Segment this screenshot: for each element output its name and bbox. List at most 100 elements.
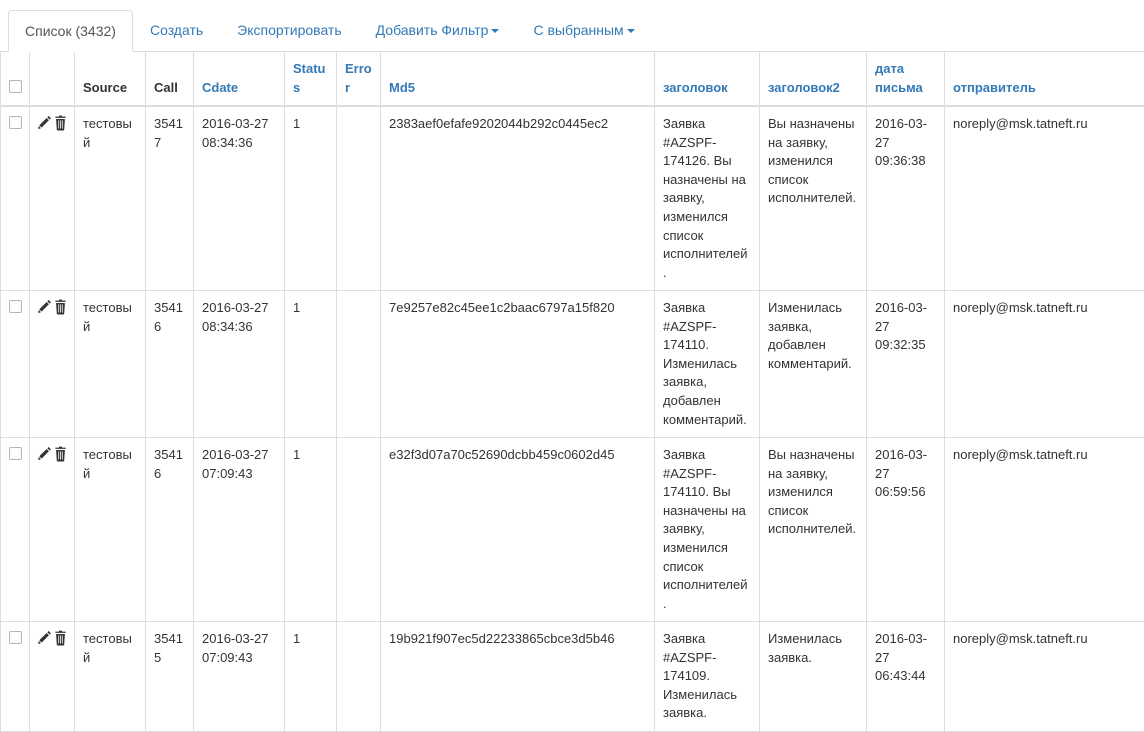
- row-actions-cell: [30, 106, 75, 291]
- trash-icon[interactable]: [54, 446, 67, 462]
- tab-add-filter-item: Добавить Фильтр: [359, 9, 517, 51]
- cell-cdate: 2016-03-27 07:09:43: [194, 622, 285, 732]
- row-select-checkbox[interactable]: [9, 116, 22, 129]
- row-select-checkbox[interactable]: [9, 631, 22, 644]
- pencil-icon[interactable]: [38, 630, 52, 646]
- tab-export-item: Экспортировать: [220, 9, 358, 51]
- cell-md5: 7e9257e82c45ee1c2baac6797a15f820: [381, 291, 655, 438]
- tab-with-selected-item: С выбранным: [516, 9, 651, 51]
- tab-add-filter-label: Добавить Фильтр: [376, 22, 489, 38]
- tab-list-item: Список (3432): [8, 10, 133, 51]
- header-sender-sort-link[interactable]: отправитель: [953, 80, 1036, 95]
- cell-status: 1: [285, 438, 337, 622]
- row-select-cell: [1, 438, 30, 622]
- pencil-icon[interactable]: [38, 446, 52, 462]
- trash-icon[interactable]: [54, 299, 67, 315]
- cell-title1: Заявка #AZSPF-174126. Вы назначены на за…: [655, 106, 760, 291]
- cell-md5: 19b921f907ec5d22233865cbce3d5b46: [381, 622, 655, 732]
- cell-md5: 2383aef0efafe9202044b292c0445ec2: [381, 106, 655, 291]
- header-status[interactable]: Status: [285, 52, 337, 106]
- tab-export-label: Экспортировать: [237, 22, 341, 38]
- table-header-row: Source Call Cdate Status Error Md5: [1, 52, 1144, 106]
- header-md5[interactable]: Md5: [381, 52, 655, 106]
- cell-error: [337, 291, 381, 438]
- cell-sender: noreply@msk.tatneft.ru: [945, 438, 1144, 622]
- header-title1-sort-link[interactable]: заголовок: [663, 80, 728, 95]
- chevron-down-icon: [627, 29, 635, 33]
- header-actions: [30, 52, 75, 106]
- cell-call: 35415: [146, 622, 194, 732]
- row-actions-cell: [30, 622, 75, 732]
- header-cdate[interactable]: Cdate: [194, 52, 285, 106]
- cell-cdate: 2016-03-27 07:09:43: [194, 438, 285, 622]
- cell-mail-date: 2016-03-27 09:36:38: [867, 106, 945, 291]
- trash-icon[interactable]: [54, 115, 67, 131]
- pencil-icon[interactable]: [38, 299, 52, 315]
- cell-source: тестовый: [75, 622, 146, 732]
- cell-status: 1: [285, 106, 337, 291]
- cell-title2: Изменилась заявка.: [760, 622, 867, 732]
- tab-create-label: Создать: [150, 22, 203, 38]
- row-select-checkbox[interactable]: [9, 300, 22, 313]
- tab-with-selected[interactable]: С выбранным: [516, 9, 651, 51]
- tab-list[interactable]: Список (3432): [8, 10, 133, 52]
- header-error[interactable]: Error: [337, 52, 381, 106]
- row-select-cell: [1, 291, 30, 438]
- header-title2-sort-link[interactable]: заголовок2: [768, 80, 840, 95]
- records-table: Source Call Cdate Status Error Md5: [0, 52, 1144, 732]
- row-actions-cell: [30, 438, 75, 622]
- header-source: Source: [75, 52, 146, 106]
- tab-create[interactable]: Создать: [133, 9, 220, 51]
- row-select-cell: [1, 106, 30, 291]
- table-scroll-container[interactable]: Source Call Cdate Status Error Md5: [0, 52, 1144, 732]
- cell-call: 35416: [146, 438, 194, 622]
- cell-md5: e32f3d07a70c52690dcbb459c0602d45: [381, 438, 655, 622]
- tab-add-filter[interactable]: Добавить Фильтр: [359, 9, 517, 51]
- cell-sender: noreply@msk.tatneft.ru: [945, 622, 1144, 732]
- cell-cdate: 2016-03-27 08:34:36: [194, 106, 285, 291]
- cell-call: 35416: [146, 291, 194, 438]
- cell-source: тестовый: [75, 291, 146, 438]
- header-status-sort-link[interactable]: Status: [293, 61, 326, 95]
- table-row: тестовый 35415 2016-03-27 07:09:43 1 19b…: [1, 622, 1144, 732]
- cell-mail-date: 2016-03-27 06:59:56: [867, 438, 945, 622]
- cell-call: 35417: [146, 106, 194, 291]
- select-all-checkbox[interactable]: [9, 80, 22, 93]
- table-head: Source Call Cdate Status Error Md5: [1, 52, 1144, 106]
- cell-title1: Заявка #AZSPF-174109. Изменилась заявка.: [655, 622, 760, 732]
- header-title2[interactable]: заголовок2: [760, 52, 867, 106]
- header-title1[interactable]: заголовок: [655, 52, 760, 106]
- header-md5-sort-link[interactable]: Md5: [389, 80, 415, 95]
- tab-create-item: Создать: [133, 9, 220, 51]
- cell-error: [337, 438, 381, 622]
- cell-mail-date: 2016-03-27 06:43:44: [867, 622, 945, 732]
- table-row: тестовый 35416 2016-03-27 07:09:43 1 e32…: [1, 438, 1144, 622]
- header-sender[interactable]: отправитель: [945, 52, 1144, 106]
- chevron-down-icon: [491, 29, 499, 33]
- header-mail-date-sort-link[interactable]: дата письма: [875, 61, 923, 95]
- header-source-label: Source: [83, 80, 127, 95]
- header-call: Call: [146, 52, 194, 106]
- cell-status: 1: [285, 291, 337, 438]
- cell-error: [337, 106, 381, 291]
- cell-title2: Изменилась заявка, добавлен комментарий.: [760, 291, 867, 438]
- table-body: тестовый 35417 2016-03-27 08:34:36 1 238…: [1, 106, 1144, 731]
- header-error-sort-link[interactable]: Error: [345, 61, 372, 95]
- header-mail-date[interactable]: дата письма: [867, 52, 945, 106]
- header-call-label: Call: [154, 80, 178, 95]
- cell-source: тестовый: [75, 106, 146, 291]
- cell-title2: Вы назначены на заявку, изменился список…: [760, 438, 867, 622]
- tab-with-selected-label: С выбранным: [533, 22, 623, 38]
- row-select-checkbox[interactable]: [9, 447, 22, 460]
- cell-cdate: 2016-03-27 08:34:36: [194, 291, 285, 438]
- trash-icon[interactable]: [54, 630, 67, 646]
- cell-error: [337, 622, 381, 732]
- tab-export[interactable]: Экспортировать: [220, 9, 358, 51]
- header-select-all: [1, 52, 30, 106]
- cell-source: тестовый: [75, 438, 146, 622]
- table-row: тестовый 35416 2016-03-27 08:34:36 1 7e9…: [1, 291, 1144, 438]
- cell-title2: Вы назначены на заявку, изменился список…: [760, 106, 867, 291]
- header-cdate-sort-link[interactable]: Cdate: [202, 80, 238, 95]
- cell-title1: Заявка #AZSPF-174110. Вы назначены на за…: [655, 438, 760, 622]
- pencil-icon[interactable]: [38, 115, 52, 131]
